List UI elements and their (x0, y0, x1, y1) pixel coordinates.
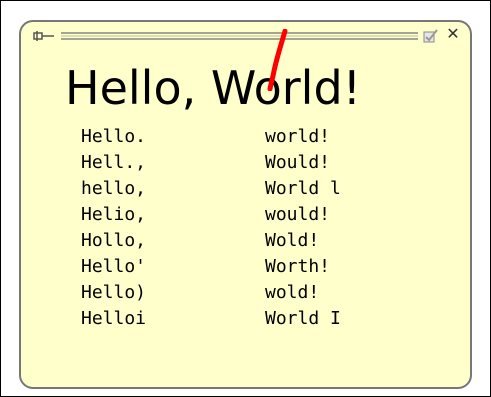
ink-stroke (267, 29, 288, 91)
candidate-right[interactable]: Wold! (265, 230, 319, 252)
candidate-right[interactable]: Worth! (265, 256, 330, 278)
candidate-row[interactable]: Hello) wold! (21, 282, 470, 304)
close-icon[interactable]: ✕ (445, 26, 461, 42)
title-bar[interactable]: ✕ (21, 22, 470, 46)
pin-icon[interactable] (33, 30, 55, 42)
handwriting-recognition-widget: ✕ Hello, World! Hello. world! Hell., Wou… (19, 20, 472, 389)
candidate-left[interactable]: Helio, (81, 204, 146, 226)
candidate-left[interactable]: Hell., (81, 152, 146, 174)
candidate-left[interactable]: Hollo, (81, 230, 146, 252)
candidate-left[interactable]: Hello. (81, 126, 146, 148)
candidate-right[interactable]: World I (265, 308, 341, 330)
candidate-right[interactable]: would! (265, 204, 330, 226)
candidate-row[interactable]: Hello' Worth! (21, 256, 470, 278)
candidate-right[interactable]: World l (265, 178, 341, 200)
drag-grip[interactable] (61, 32, 418, 40)
candidate-row[interactable]: Hell., Would! (21, 152, 470, 174)
checkbox-icon[interactable] (423, 29, 439, 43)
candidate-row[interactable]: hello, World l (21, 178, 470, 200)
candidate-left[interactable]: Hello' (81, 256, 146, 278)
candidate-right[interactable]: wold! (265, 282, 319, 304)
candidate-right[interactable]: Would! (265, 152, 330, 174)
window-frame: ✕ Hello, World! Hello. world! Hell., Wou… (0, 0, 491, 397)
recognized-text: Hello, World! (65, 61, 362, 115)
candidate-left[interactable]: Helloi (81, 308, 146, 330)
candidate-left[interactable]: Hello) (81, 282, 146, 304)
candidate-row[interactable]: Helio, would! (21, 204, 470, 226)
candidate-row[interactable]: Helloi World I (21, 308, 470, 330)
candidate-right[interactable]: world! (265, 126, 330, 148)
candidate-row[interactable]: Hollo, Wold! (21, 230, 470, 252)
candidate-row[interactable]: Hello. world! (21, 126, 470, 148)
candidate-left[interactable]: hello, (81, 178, 146, 200)
